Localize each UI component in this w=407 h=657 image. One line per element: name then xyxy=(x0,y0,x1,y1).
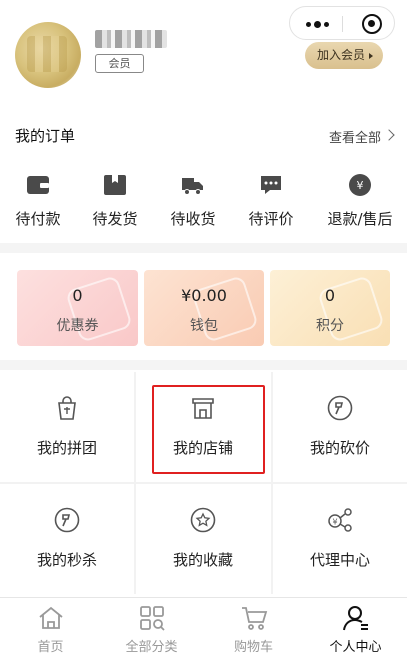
order-status-row: 待付款 待发货 待收货 待评价 ¥ 退款/售后 xyxy=(0,170,407,232)
refund-icon: ¥ xyxy=(349,174,371,196)
grid-item-group-buy[interactable]: 我的拼团 xyxy=(0,372,134,482)
package-icon xyxy=(104,175,126,195)
grid-item-label: 我的收藏 xyxy=(172,551,233,569)
tab-label: 个人中心 xyxy=(329,640,382,655)
wallet-card[interactable]: ¥0.00 钱包 xyxy=(144,270,264,346)
tab-label: 首页 xyxy=(37,640,64,655)
grid-item-agent-center[interactable]: ¥ 代理中心 xyxy=(273,484,407,594)
order-item-label: 待收货 xyxy=(170,210,216,228)
svg-text:¥: ¥ xyxy=(332,518,337,527)
order-item-pending-payment[interactable]: 待付款 xyxy=(0,170,76,230)
tab-profile[interactable]: 个人中心 xyxy=(305,598,406,657)
order-item-pending-review[interactable]: 待评价 xyxy=(233,170,309,230)
coupon-label: 优惠券 xyxy=(56,318,99,334)
coupon-card[interactable]: 0 优惠券 xyxy=(17,270,138,346)
profile-icon xyxy=(343,606,368,631)
chevron-right-icon xyxy=(369,53,373,59)
highlight-box xyxy=(152,385,265,474)
order-item-label: 退款/售后 xyxy=(327,210,393,228)
miniprogram-capsule xyxy=(289,6,395,40)
truck-icon xyxy=(182,178,203,195)
order-item-label: 待付款 xyxy=(15,210,61,228)
section-divider xyxy=(0,243,407,253)
orders-title: 我的订单 xyxy=(15,127,76,145)
capsule-divider xyxy=(342,16,343,32)
profile-header: 会员 加入会员 xyxy=(0,0,407,112)
wallet-balance: ¥0.00 xyxy=(181,286,227,305)
order-item-pending-shipment[interactable]: 待发货 xyxy=(77,170,153,230)
svg-text:¥: ¥ xyxy=(357,179,364,192)
order-item-label: 待评价 xyxy=(248,210,294,228)
member-badge: 会员 xyxy=(95,54,144,73)
join-member-button[interactable]: 加入会员 xyxy=(305,42,383,69)
tab-cart[interactable]: 购物车 xyxy=(203,598,304,657)
order-item-pending-receipt[interactable]: 待收货 xyxy=(155,170,231,230)
bottom-tab-bar: 首页 全部分类 购物车 个人中心 xyxy=(0,597,407,657)
view-all-orders-link[interactable]: 查看全部 xyxy=(329,127,381,146)
wallet-label: 钱包 xyxy=(190,318,218,334)
points-label: 积分 xyxy=(316,318,344,334)
grid-item-label: 我的拼团 xyxy=(36,439,97,457)
grid-item-flash-sale[interactable]: 我的秒杀 xyxy=(0,484,134,594)
section-divider xyxy=(0,360,407,370)
more-icon[interactable] xyxy=(306,21,332,28)
group-buy-icon xyxy=(58,396,76,420)
tab-label: 全部分类 xyxy=(125,640,178,655)
chevron-right-icon xyxy=(383,129,395,141)
grid-item-label: 我的秒杀 xyxy=(36,551,97,569)
points-count: 0 xyxy=(324,286,336,305)
grid-item-label: 代理中心 xyxy=(309,551,370,569)
cart-icon xyxy=(242,607,268,630)
comment-icon xyxy=(261,176,281,194)
coupon-count: 0 xyxy=(72,286,83,305)
orders-header: 我的订单 查看全部 xyxy=(0,125,407,150)
join-member-label: 加入会员 xyxy=(317,48,366,62)
grid-item-bargain[interactable]: 我的砍价 xyxy=(273,372,407,482)
grid-divider xyxy=(0,482,407,484)
avatar[interactable] xyxy=(15,22,81,88)
home-icon xyxy=(39,606,63,629)
flash-sale-icon xyxy=(54,507,80,533)
category-icon xyxy=(140,606,165,631)
tab-categories[interactable]: 全部分类 xyxy=(101,598,202,657)
tab-home[interactable]: 首页 xyxy=(0,598,101,657)
agent-icon: ¥ xyxy=(328,508,352,532)
order-item-label: 待发货 xyxy=(92,210,138,228)
grid-item-label: 我的砍价 xyxy=(309,439,370,457)
close-miniprogram-icon[interactable] xyxy=(362,14,382,34)
username-blurred xyxy=(95,30,167,48)
order-item-refund[interactable]: ¥ 退款/售后 xyxy=(322,170,398,230)
grid-item-favorites[interactable]: 我的收藏 xyxy=(136,484,270,594)
favorite-icon xyxy=(190,507,216,533)
wallet-icon xyxy=(27,176,49,194)
points-card[interactable]: 0 积分 xyxy=(270,270,390,346)
bargain-icon xyxy=(327,395,353,421)
tab-label: 购物车 xyxy=(233,640,273,655)
